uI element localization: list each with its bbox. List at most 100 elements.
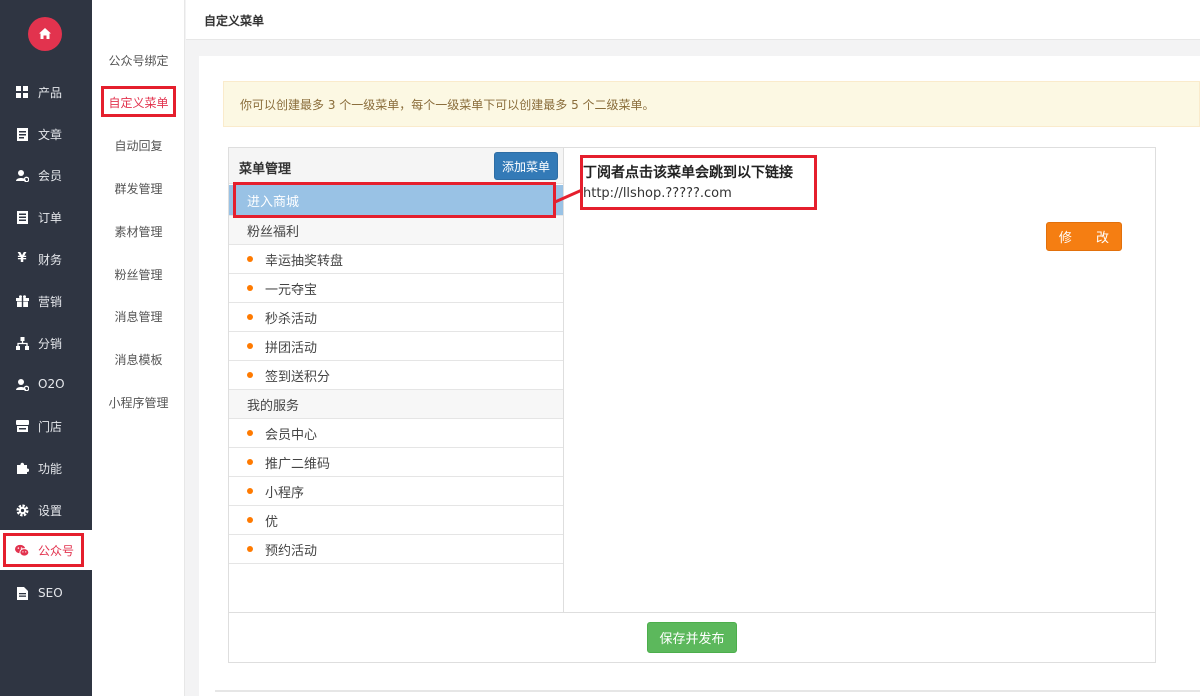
divider	[215, 690, 1200, 692]
panel-footer: 保存并发布	[229, 612, 1155, 663]
menu-row-promo-qrcode[interactable]: 推广二维码	[229, 448, 563, 477]
subnav-item-message-templates[interactable]: 消息模板	[92, 344, 185, 374]
menu-row-sign-in-points[interactable]: 签到送积分	[229, 361, 563, 390]
menu-row-member-center[interactable]: 会员中心	[229, 419, 563, 448]
sidebar-item-label: 文章	[38, 127, 63, 142]
sidebar-item-products[interactable]: 产品	[0, 72, 92, 112]
sidebar-item-orders[interactable]: 订单	[0, 197, 92, 237]
bullet-icon	[247, 314, 253, 320]
sidebar-item-label: 产品	[38, 85, 63, 100]
sidebar-item-label: 设置	[38, 503, 63, 518]
subnav-item-account-binding[interactable]: 公众号绑定	[92, 45, 185, 75]
sidebar-item-settings[interactable]: 设置	[0, 490, 92, 530]
menu-row-label: 拼团活动	[265, 340, 318, 356]
menu-row-group-buy[interactable]: 拼团活动	[229, 332, 563, 361]
menu-row-fan-benefits[interactable]: 粉丝福利	[229, 216, 563, 245]
subnav-item-materials[interactable]: 素材管理	[92, 216, 185, 246]
document-icon	[15, 127, 29, 141]
sidebar-item-members[interactable]: 会员	[0, 155, 92, 195]
menu-list-title: 菜单管理	[239, 162, 292, 177]
menu-list-header: 菜单管理 添加菜单	[229, 148, 563, 184]
bullet-icon	[247, 285, 253, 291]
puzzle-icon	[15, 461, 29, 475]
subnav-item-custom-menu[interactable]: 自定义菜单	[92, 87, 185, 117]
home-icon	[39, 28, 51, 39]
subnav-item-fans[interactable]: 粉丝管理	[92, 259, 185, 289]
bullet-icon	[247, 517, 253, 523]
gift-icon	[15, 294, 29, 308]
sidebar-item-label: 营销	[38, 294, 63, 309]
menu-detail: 丁阅者点击该菜单会跳到以下链接 http://llshop.?????.com …	[565, 148, 1156, 612]
menu-row-label: 会员中心	[265, 427, 318, 443]
bullet-icon	[247, 343, 253, 349]
sidebar-item-label: 财务	[38, 252, 63, 267]
menu-row-mini-program[interactable]: 小程序	[229, 477, 563, 506]
sidebar-item-label: 门店	[38, 419, 63, 434]
menu-row-booking[interactable]: 预约活动	[229, 535, 563, 564]
gear-icon	[15, 503, 29, 517]
menu-row-label: 一元夺宝	[265, 282, 318, 298]
menu-row-label: 幸运抽奖转盘	[265, 253, 344, 269]
detail-link-url: http://llshop.?????.com	[583, 186, 732, 201]
sidebar-item-seo[interactable]: SEO	[0, 573, 92, 613]
sidebar-item-features[interactable]: 功能	[0, 448, 92, 488]
yen-icon: ¥	[17, 251, 27, 266]
sidebar-item-label: 分销	[38, 336, 63, 351]
sidebar-item-stores[interactable]: 门店	[0, 406, 92, 446]
notice-banner: 你可以创建最多 3 个一级菜单，每个一级菜单下可以创建最多 5 个二级菜单。	[223, 81, 1200, 127]
menu-row-lucky-wheel[interactable]: 幸运抽奖转盘	[229, 245, 563, 274]
sidebar-item-label: SEO	[38, 586, 63, 600]
wechat-icon	[15, 543, 29, 557]
sidebar-item-distribution[interactable]: 分销	[0, 323, 92, 363]
edit-button[interactable]: 修 改	[1046, 222, 1122, 251]
bullet-icon	[247, 459, 253, 465]
menu-row-flash-sale[interactable]: 秒杀活动	[229, 303, 563, 332]
main-sidebar: 产品 文章 会员 订单 ¥ 财务 营销 分销 O2O 门店 功能 设置 公众号 …	[0, 0, 92, 696]
sidebar-item-articles[interactable]: 文章	[0, 114, 92, 154]
sidebar-item-label: O2O	[38, 377, 65, 391]
menu-row-label: 进入商城	[247, 194, 300, 210]
bullet-icon	[247, 372, 253, 378]
menu-row-label: 秒杀活动	[265, 311, 318, 327]
menu-row-my-services[interactable]: 我的服务	[229, 390, 563, 419]
sidebar-item-o2o[interactable]: O2O	[0, 364, 92, 404]
menu-row-label: 小程序	[265, 485, 305, 501]
bullet-icon	[247, 430, 253, 436]
menu-row-you[interactable]: 优	[229, 506, 563, 535]
list-icon	[15, 210, 29, 224]
grid-icon	[15, 85, 29, 99]
annotation-connector	[554, 188, 583, 204]
subnav-item-broadcast[interactable]: 群发管理	[92, 173, 185, 203]
sidebar-item-label: 会员	[38, 168, 63, 183]
home-button[interactable]	[28, 17, 62, 51]
sidebar-item-finance[interactable]: ¥ 财务	[0, 239, 92, 279]
save-and-publish-button[interactable]: 保存并发布	[647, 622, 737, 653]
menu-list: 菜单管理 添加菜单 进入商城 粉丝福利 幸运抽奖转盘 一元夺宝 秒杀活动 拼团活…	[229, 148, 564, 612]
menu-row-label: 优	[265, 514, 279, 530]
store-icon	[15, 419, 29, 433]
subnav-item-auto-reply[interactable]: 自动回复	[92, 130, 185, 160]
sidebar-item-label: 功能	[38, 461, 63, 476]
menu-editor-panel: 菜单管理 添加菜单 进入商城 粉丝福利 幸运抽奖转盘 一元夺宝 秒杀活动 拼团活…	[228, 147, 1156, 663]
sitemap-icon	[15, 336, 29, 350]
detail-heading: 丁阅者点击该菜单会跳到以下链接	[583, 165, 793, 181]
top-bar: 自定义菜单	[186, 0, 1200, 40]
subnav-item-mini-program[interactable]: 小程序管理	[92, 387, 185, 417]
bullet-icon	[247, 546, 253, 552]
sidebar-item-official-account[interactable]: 公众号	[0, 530, 92, 570]
menu-row-label: 粉丝福利	[247, 224, 300, 240]
menu-row-one-yuan-treasure[interactable]: 一元夺宝	[229, 274, 563, 303]
add-menu-button[interactable]: 添加菜单	[494, 152, 558, 180]
bullet-icon	[247, 488, 253, 494]
file-icon	[15, 586, 29, 600]
sub-navigation: 公众号绑定 自定义菜单 自动回复 群发管理 素材管理 粉丝管理 消息管理 消息模…	[92, 0, 185, 696]
menu-row-label: 预约活动	[265, 543, 318, 559]
menu-row-enter-mall[interactable]: 进入商城	[229, 185, 563, 216]
sidebar-item-label: 公众号	[38, 543, 75, 558]
member-icon	[15, 168, 29, 182]
users-icon	[15, 377, 29, 391]
sidebar-item-marketing[interactable]: 营销	[0, 281, 92, 321]
subnav-item-messages[interactable]: 消息管理	[92, 301, 185, 331]
page-title: 自定义菜单	[204, 14, 265, 28]
menu-row-label: 签到送积分	[265, 369, 331, 385]
